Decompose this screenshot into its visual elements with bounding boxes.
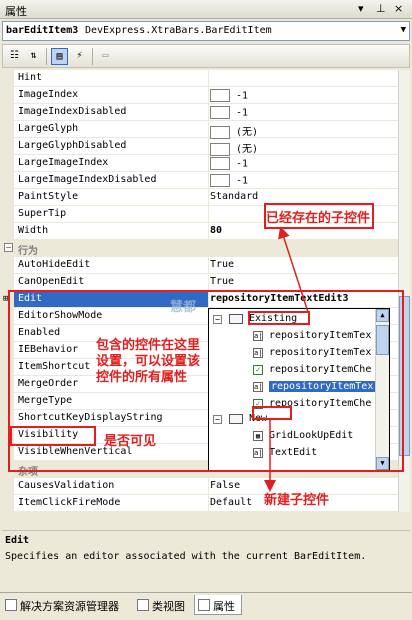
property-row-largeglyph[interactable]: LargeGlyph (无) xyxy=(14,121,398,139)
image-swatch xyxy=(210,174,230,187)
categorized-icon[interactable]: ☷ xyxy=(6,48,23,65)
image-swatch xyxy=(210,125,230,139)
annotation-box-visibility xyxy=(10,426,96,446)
annotation-existing-children: 已经存在的子控件 xyxy=(266,211,371,226)
property-row-canopenedit[interactable]: CanOpenEdit True xyxy=(14,274,398,291)
description-text: Specifies an editor associated with the … xyxy=(5,551,367,562)
property-row-autohideedit[interactable]: AutoHideEdit True xyxy=(14,257,398,274)
tab-class-view[interactable]: 类视图 xyxy=(134,595,192,615)
property-toolbar: ☷ ⇅ ▤ ⚡ ▭ xyxy=(2,44,410,68)
property-row-largeimageindex[interactable]: LargeImageIndex -1 xyxy=(14,155,398,172)
property-pages-icon[interactable]: ▭ xyxy=(97,48,114,65)
object-selector[interactable]: barEditItem3 DevExpress.XtraBars.BarEdit… xyxy=(2,21,410,41)
object-name: barEditItem3 xyxy=(6,25,79,36)
solution-explorer-icon xyxy=(5,599,17,611)
annotation-visibility: 是否可见 xyxy=(104,434,157,449)
close-icon[interactable]: × xyxy=(394,2,403,15)
description-panel: Edit Specifies an editor associated with… xyxy=(2,530,410,590)
property-row-imageindex[interactable]: ImageIndex -1 xyxy=(14,87,398,104)
tab-properties[interactable]: 属性 xyxy=(194,595,242,615)
image-swatch xyxy=(210,106,230,119)
category-behavior[interactable]: − 行为 xyxy=(4,240,398,257)
image-swatch xyxy=(210,142,230,156)
toolbar-separator xyxy=(46,48,47,65)
annotation-box-new-node xyxy=(252,406,292,420)
object-type: DevExpress.XtraBars.BarEditItem xyxy=(85,25,272,36)
property-row-itemclickfiremode[interactable]: ItemClickFireMode Default xyxy=(14,495,398,512)
bottom-tab-strip: 解决方案资源管理器 类视图 属性 xyxy=(0,592,412,620)
toolbar-separator xyxy=(92,48,93,65)
property-row-causesvalidation[interactable]: CausesValidation False xyxy=(14,478,398,495)
alphabetical-icon[interactable]: ⇅ xyxy=(25,48,42,65)
annotation-new-child: 新建子控件 xyxy=(264,493,330,508)
property-row-imageindexdisabled[interactable]: ImageIndexDisabled -1 xyxy=(14,104,398,121)
chevron-down-icon[interactable]: ▼ xyxy=(401,25,406,35)
title-bar: 属性 ▾ ⊥ × xyxy=(0,0,412,19)
property-row-hint[interactable]: Hint xyxy=(14,70,398,87)
dropdown-menu-icon[interactable]: ▾ xyxy=(358,2,364,15)
annotation-contained-l3: 控件的所有属性 xyxy=(96,370,188,385)
image-swatch xyxy=(210,89,230,102)
property-row-largeimageindexdisabled[interactable]: LargeImageIndexDisabled -1 xyxy=(14,172,398,189)
annotation-box-existing-node xyxy=(248,311,310,325)
tab-solution-explorer[interactable]: 解决方案资源管理器 xyxy=(2,595,130,615)
properties-tab-icon xyxy=(198,599,210,611)
property-row-largeglyphdisabled[interactable]: LargeGlyphDisabled (无) xyxy=(14,138,398,156)
class-view-icon xyxy=(137,599,149,611)
description-title: Edit xyxy=(5,535,30,546)
collapse-icon[interactable]: − xyxy=(4,243,13,252)
window-title: 属性 xyxy=(5,5,27,18)
image-swatch xyxy=(210,157,230,170)
events-icon[interactable]: ⚡ xyxy=(71,48,88,65)
properties-icon[interactable]: ▤ xyxy=(51,48,68,65)
pin-icon[interactable]: ⊥ xyxy=(376,2,386,15)
